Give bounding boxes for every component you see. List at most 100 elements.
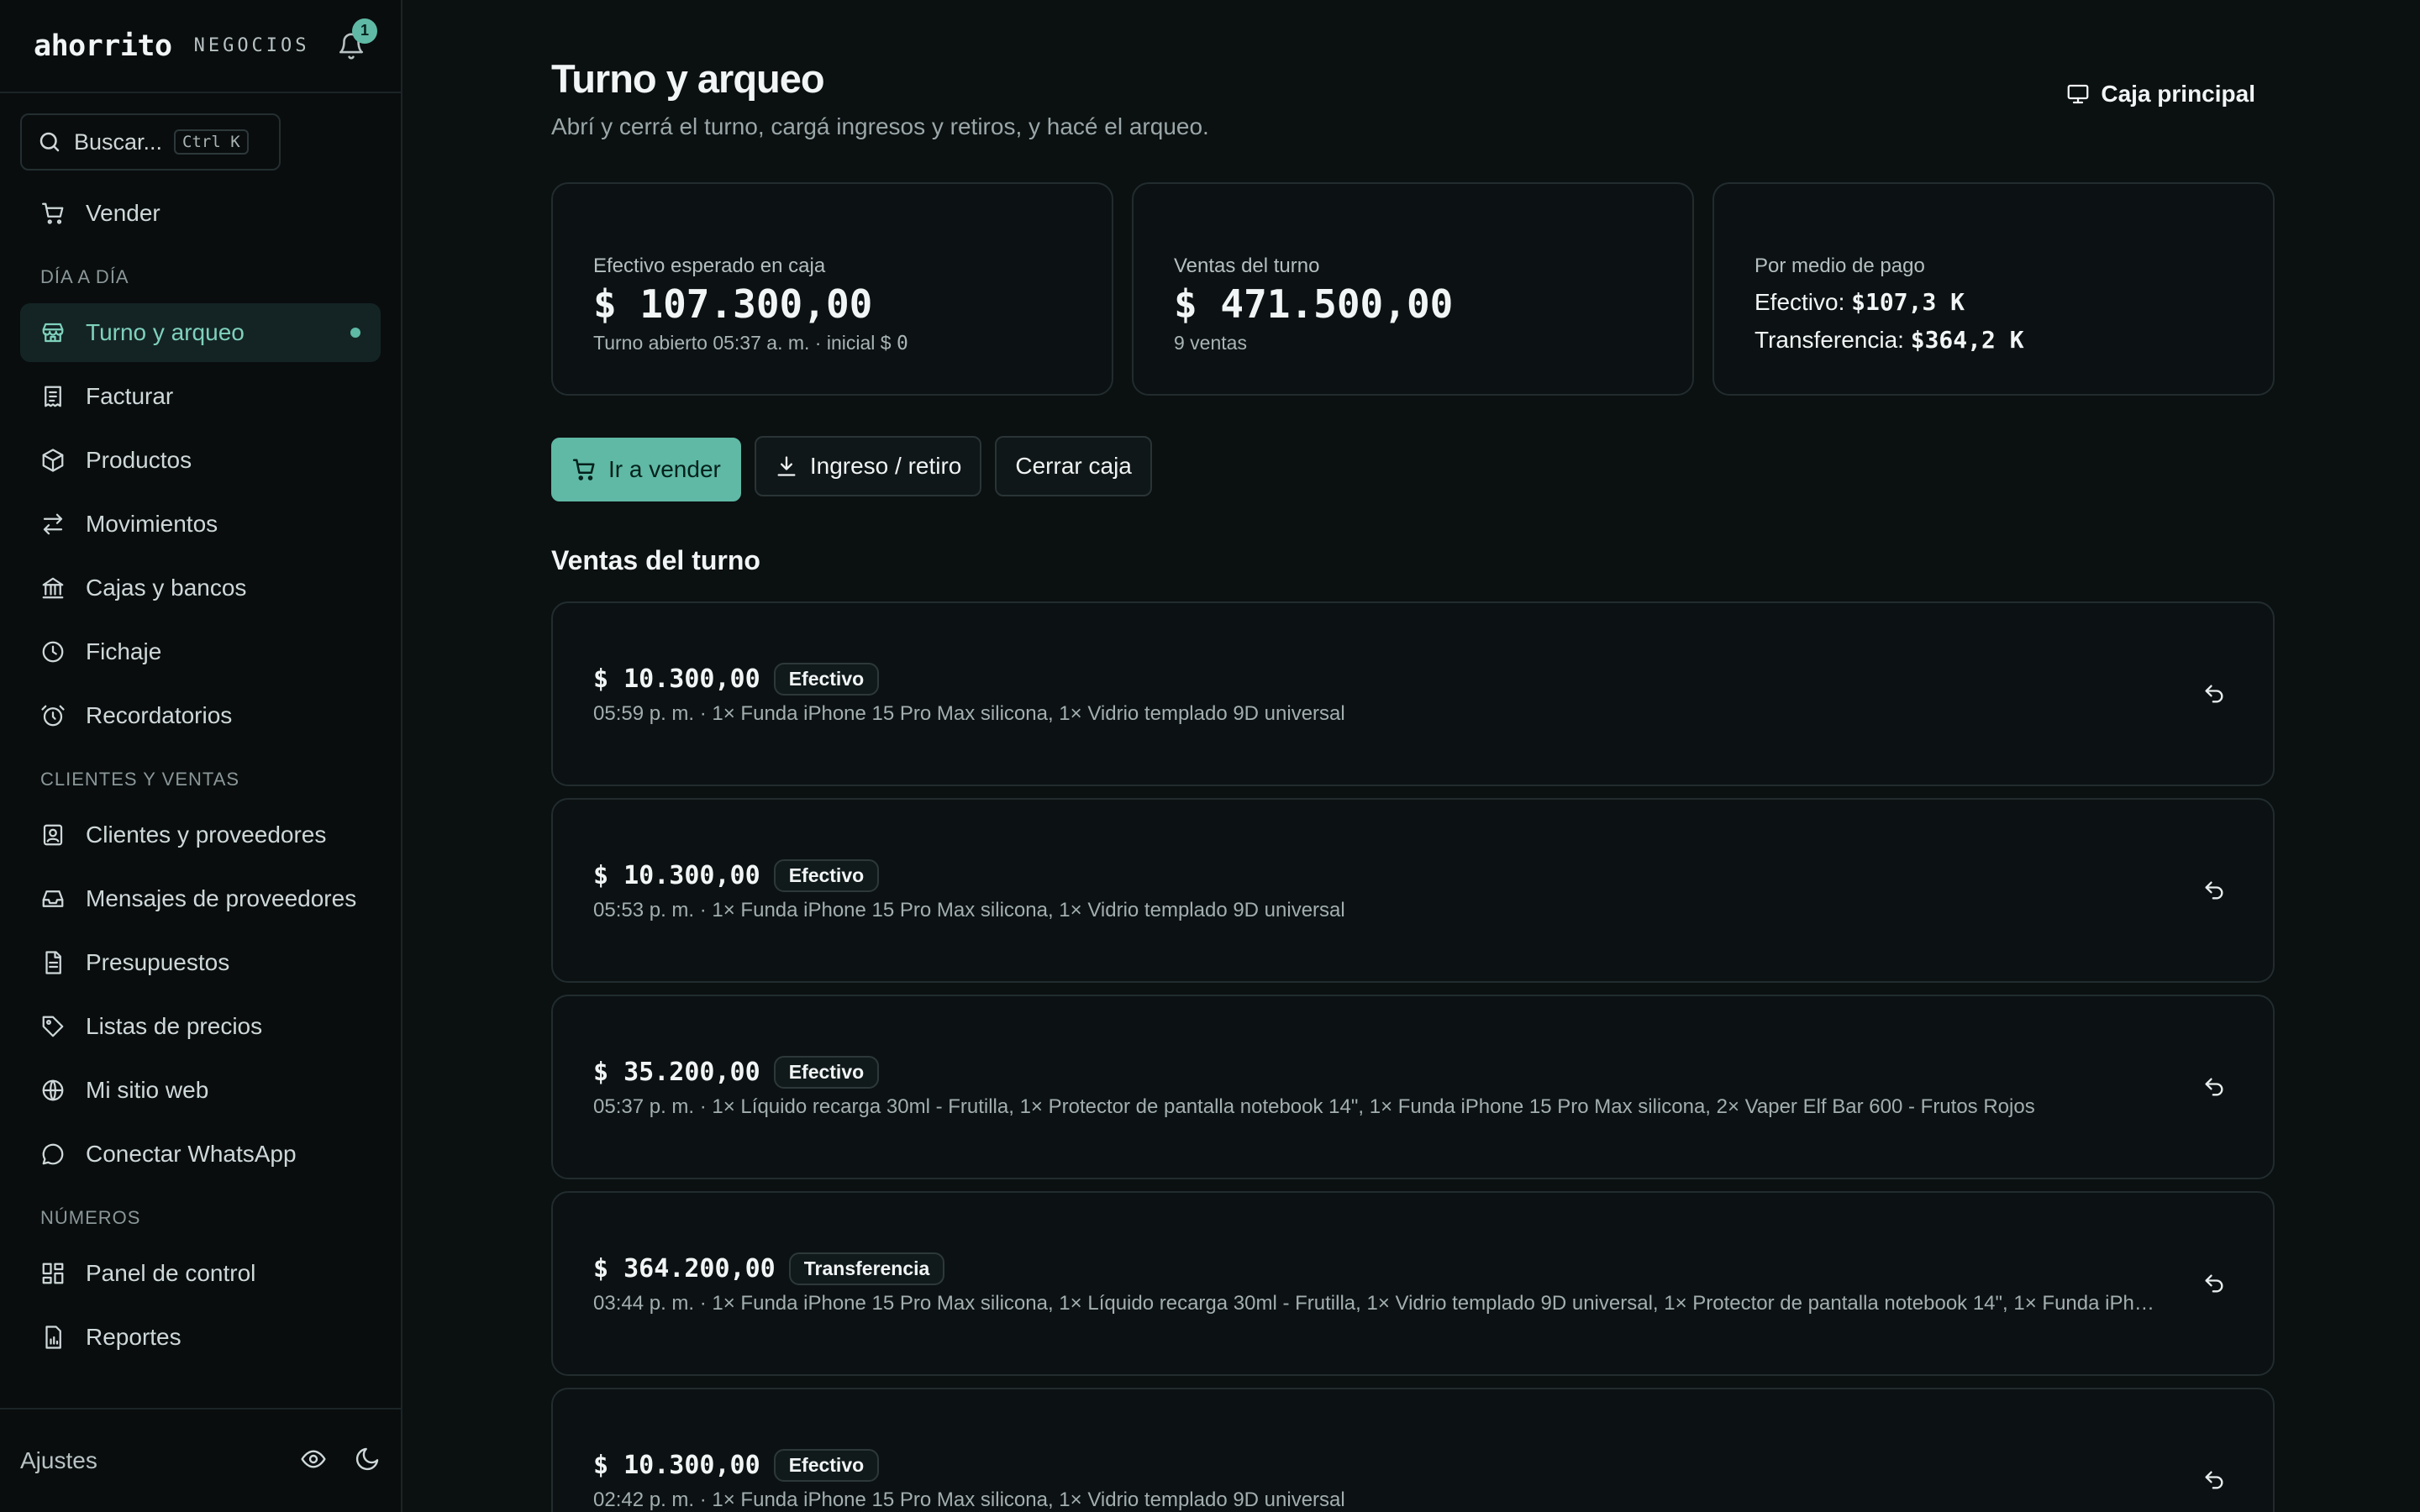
undo-sale-button[interactable] — [2196, 1068, 2233, 1105]
brand-subtitle: NEGOCIOS — [193, 35, 310, 56]
stat-shift-sales: Ventas del turno $ 471.500,00 9 ventas — [1132, 182, 1694, 396]
sidebar-item-vender[interactable]: Vender — [20, 184, 381, 243]
stat-label: Por medio de pago — [1754, 255, 1925, 277]
button-label: Cerrar caja — [1015, 453, 1132, 479]
payment-method-badge: Transferencia — [788, 1252, 945, 1285]
store-icon — [40, 320, 66, 345]
sale-amount: $ 10.300,00 — [593, 664, 760, 694]
active-indicator — [350, 328, 360, 338]
sidebar-item-conectar-whatsapp[interactable]: Conectar WhatsApp — [20, 1125, 381, 1184]
sales-section-title: Ventas del turno — [551, 545, 760, 575]
sidebar-item-cajas-y-bancos[interactable]: Cajas y bancos — [20, 559, 381, 617]
undo-icon — [2205, 685, 2223, 703]
main-content: Turno y arqueo Abrí y cerrá el turno, ca… — [402, 0, 2420, 1512]
sidebar-item-mensajes-de-proveedores[interactable]: Mensajes de proveedores — [20, 869, 381, 928]
payment-cash: Efectivo: $107,3 K — [1754, 288, 2233, 316]
clock-icon — [40, 639, 66, 664]
tag-icon — [40, 1014, 66, 1039]
page-subtitle: Abrí y cerrá el turno, cargá ingresos y … — [551, 113, 1209, 139]
sale-amount: $ 10.300,00 — [593, 860, 760, 890]
list-item[interactable]: $ 10.300,00 Efectivo 05:59 p. m. · 1× Fu… — [551, 601, 2275, 786]
sidebar-item-label: Reportes — [86, 1324, 182, 1350]
payment-cash-label: Efectivo: — [1754, 289, 1845, 315]
search-input[interactable]: Buscar... Ctrl K — [20, 113, 281, 171]
sidebar-item-label: Recordatorios — [86, 702, 233, 728]
sidebar-item-recordatorios[interactable]: Recordatorios — [20, 686, 381, 745]
sale-detail: 03:44 p. m. · 1× Funda iPhone 15 Pro Max… — [593, 1291, 2156, 1315]
action-bar: Ir a vender Ingreso / retiro Cerrar caja — [551, 436, 2420, 501]
payment-method-badge: Efectivo — [773, 858, 880, 892]
undo-icon — [2205, 1471, 2223, 1489]
close-register-button[interactable]: Cerrar caja — [995, 436, 1152, 496]
receipt-icon — [40, 384, 66, 409]
eye-icon — [301, 1449, 326, 1468]
visibility-toggle[interactable] — [300, 1446, 327, 1477]
undo-sale-button[interactable] — [2196, 872, 2233, 909]
button-label: Ir a vender — [608, 456, 721, 482]
brand-logo[interactable]: ahorrito — [34, 29, 172, 63]
download-icon — [777, 456, 796, 476]
sale-header: $ 35.200,00 Efectivo — [593, 1055, 2179, 1089]
sale-body: $ 10.300,00 Efectivo 05:59 p. m. · 1× Fu… — [593, 662, 2179, 726]
sidebar-item-label: Fichaje — [86, 638, 162, 664]
sale-amount: $ 35.200,00 — [593, 1057, 760, 1087]
sidebar-item-facturar[interactable]: Facturar — [20, 367, 381, 426]
stats-row: Efectivo esperado en caja $ 107.300,00 T… — [551, 182, 2275, 396]
stat-label: Efectivo esperado en caja — [593, 255, 826, 277]
go-sell-button[interactable]: Ir a vender — [551, 438, 741, 501]
nav-section-clientes-y-ventas: CLIENTES Y VENTAS — [40, 769, 240, 790]
inbox-icon — [40, 886, 66, 911]
payment-method-badge: Efectivo — [773, 1448, 880, 1482]
sidebar-item-label: Turno y arqueo — [86, 319, 245, 345]
list-item[interactable]: $ 10.300,00 Efectivo 02:42 p. m. · 1× Fu… — [551, 1388, 2275, 1512]
undo-sale-button[interactable] — [2196, 675, 2233, 712]
payment-cash-value: $107,3 K — [1851, 288, 1965, 316]
sidebar-item-label: Mensajes de proveedores — [86, 885, 357, 911]
sale-body: $ 10.300,00 Efectivo 02:42 p. m. · 1× Fu… — [593, 1448, 2179, 1512]
monitor-icon — [2068, 84, 2089, 104]
globe-icon — [40, 1078, 66, 1103]
sidebar-item-mi-sitio-web[interactable]: Mi sitio web — [20, 1061, 381, 1120]
sidebar-item-fichaje[interactable]: Fichaje — [20, 622, 381, 681]
stat-note: 9 ventas — [1174, 332, 1247, 354]
dashboard-icon — [40, 1261, 66, 1286]
sidebar-item-label: Conectar WhatsApp — [86, 1141, 297, 1167]
notifications-button[interactable]: 1 — [335, 18, 377, 62]
bank-icon — [40, 575, 66, 601]
cart-icon — [572, 459, 595, 480]
document-icon — [40, 950, 66, 975]
sidebar-item-presupuestos[interactable]: Presupuestos — [20, 933, 381, 992]
undo-sale-button[interactable] — [2196, 1462, 2233, 1499]
payment-method-badge: Efectivo — [773, 1055, 880, 1089]
list-item[interactable]: $ 35.200,00 Efectivo 05:37 p. m. · 1× Lí… — [551, 995, 2275, 1179]
sale-detail: 02:42 p. m. · 1× Funda iPhone 15 Pro Max… — [593, 1488, 1345, 1511]
sidebar-item-label: Vender — [86, 200, 160, 226]
list-item[interactable]: $ 364.200,00 Transferencia 03:44 p. m. ·… — [551, 1191, 2275, 1376]
sidebar-item-clientes-y-proveedores[interactable]: Clientes y proveedores — [20, 806, 381, 864]
undo-icon — [2205, 1274, 2223, 1293]
stat-payment-methods: Por medio de pago Efectivo: $107,3 K Tra… — [1712, 182, 2275, 396]
payment-transfer-value: $364,2 K — [1910, 326, 2024, 354]
sidebar-item-productos[interactable]: Productos — [20, 431, 381, 490]
undo-sale-button[interactable] — [2196, 1265, 2233, 1302]
stat-label: Ventas del turno — [1174, 255, 1320, 277]
sidebar-footer: Ajustes — [0, 1408, 401, 1512]
payment-transfer-label: Transferencia: — [1754, 327, 1904, 353]
sidebar-item-reportes[interactable]: Reportes — [20, 1308, 381, 1367]
sidebar-item-movimientos[interactable]: Movimientos — [20, 495, 381, 554]
payment-method-badge: Efectivo — [773, 662, 880, 696]
sale-detail: 05:53 p. m. · 1× Funda iPhone 15 Pro Max… — [593, 898, 1345, 921]
settings-link[interactable]: Ajustes — [20, 1447, 97, 1474]
sidebar-item-listas-de-precios[interactable]: Listas de precios — [20, 997, 381, 1056]
sidebar-item-label: Clientes y proveedores — [86, 822, 327, 848]
register-selector[interactable]: Caja principal — [2065, 81, 2255, 108]
box-icon — [40, 448, 66, 473]
sidebar-item-turno-y-arqueo[interactable]: Turno y arqueo — [20, 303, 381, 362]
theme-toggle[interactable] — [354, 1446, 381, 1477]
cash-movement-button[interactable]: Ingreso / retiro — [754, 436, 982, 496]
sidebar-item-panel-de-control[interactable]: Panel de control — [20, 1244, 381, 1303]
sale-header: $ 10.300,00 Efectivo — [593, 1448, 2179, 1482]
list-item[interactable]: $ 10.300,00 Efectivo 05:53 p. m. · 1× Fu… — [551, 798, 2275, 983]
brand-row: ahorrito NEGOCIOS 1 — [0, 0, 401, 93]
sidebar-item-label: Listas de precios — [86, 1013, 263, 1039]
